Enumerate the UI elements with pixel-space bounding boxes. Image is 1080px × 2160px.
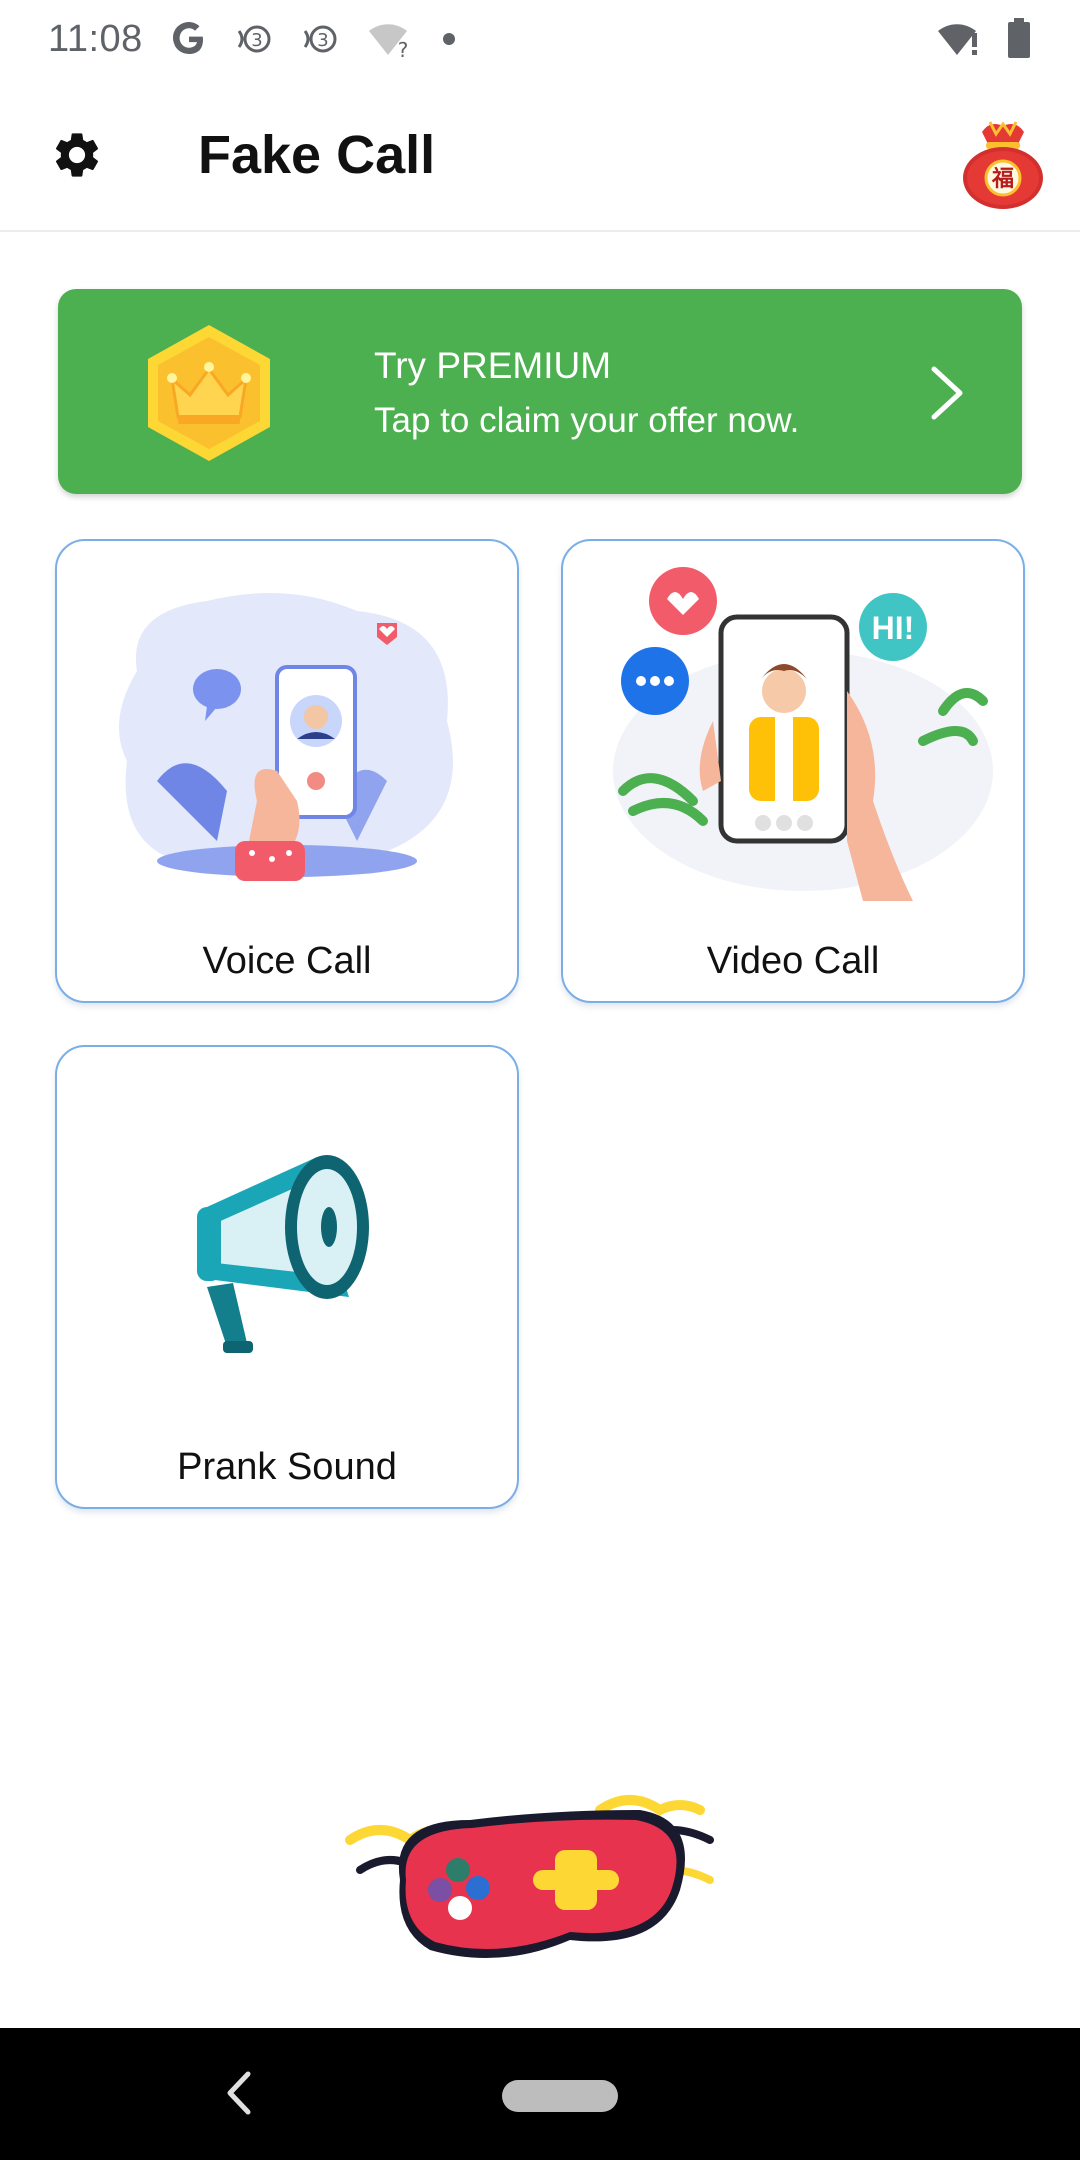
- page-title: Fake Call: [198, 125, 436, 185]
- premium-banner[interactable]: Try PREMIUM Tap to claim your offer now.: [58, 289, 1022, 494]
- crown-icon: [148, 325, 270, 461]
- premium-title: Try PREMIUM: [374, 345, 612, 386]
- nfc-icon: 3: [301, 19, 341, 59]
- gamepad-icon: [345, 1795, 714, 1958]
- voice-call-card[interactable]: Voice Call: [55, 539, 519, 1003]
- google-icon: [169, 19, 209, 59]
- nfc-icon: 3: [235, 19, 275, 59]
- lucky-bag-icon: 福: [963, 121, 1043, 209]
- battery-icon: [1006, 18, 1032, 60]
- lucky-bag-button[interactable]: 福: [960, 118, 1046, 210]
- voice-call-label: Voice Call: [202, 940, 372, 982]
- app-bar: Fake Call 福: [0, 78, 1080, 232]
- status-bar: 11:08 3 3 ?: [0, 0, 1080, 78]
- svg-text:3: 3: [317, 30, 328, 51]
- video-call-label: Video Call: [706, 940, 880, 982]
- video-call-card[interactable]: HI! Video Call: [561, 539, 1025, 1003]
- voice-call-illustration: [119, 593, 453, 881]
- back-chevron-icon[interactable]: [222, 2068, 256, 2118]
- chevron-right-icon: [931, 366, 963, 420]
- premium-subtitle: Tap to claim your offer now.: [374, 401, 800, 440]
- gear-icon: [55, 133, 99, 177]
- home-pill-icon[interactable]: [502, 2080, 618, 2112]
- screen: 11:08 3 3 ? Fake Call 福 Try PREMIUM Tap …: [0, 0, 1080, 2160]
- dot-icon: [439, 29, 459, 49]
- prank-sound-label: Prank Sound: [177, 1446, 397, 1488]
- hi-bubble-text: HI!: [872, 610, 915, 646]
- navigation-bar: [0, 2028, 1080, 2160]
- video-call-illustration: HI!: [613, 567, 993, 901]
- settings-button[interactable]: [50, 128, 104, 182]
- premium-text: Try PREMIUM Tap to claim your offer now.: [374, 341, 799, 451]
- game-ad-banner[interactable]: [340, 1780, 735, 1970]
- lucky-bag-char: 福: [991, 167, 1014, 192]
- svg-text:?: ?: [397, 38, 408, 59]
- svg-text:3: 3: [251, 30, 262, 51]
- prank-sound-card[interactable]: Prank Sound: [55, 1045, 519, 1509]
- status-time: 11:08: [48, 17, 143, 60]
- wifi-question-icon: ?: [367, 19, 413, 59]
- wifi-alert-icon: [936, 19, 982, 59]
- megaphone-icon: [197, 1155, 369, 1353]
